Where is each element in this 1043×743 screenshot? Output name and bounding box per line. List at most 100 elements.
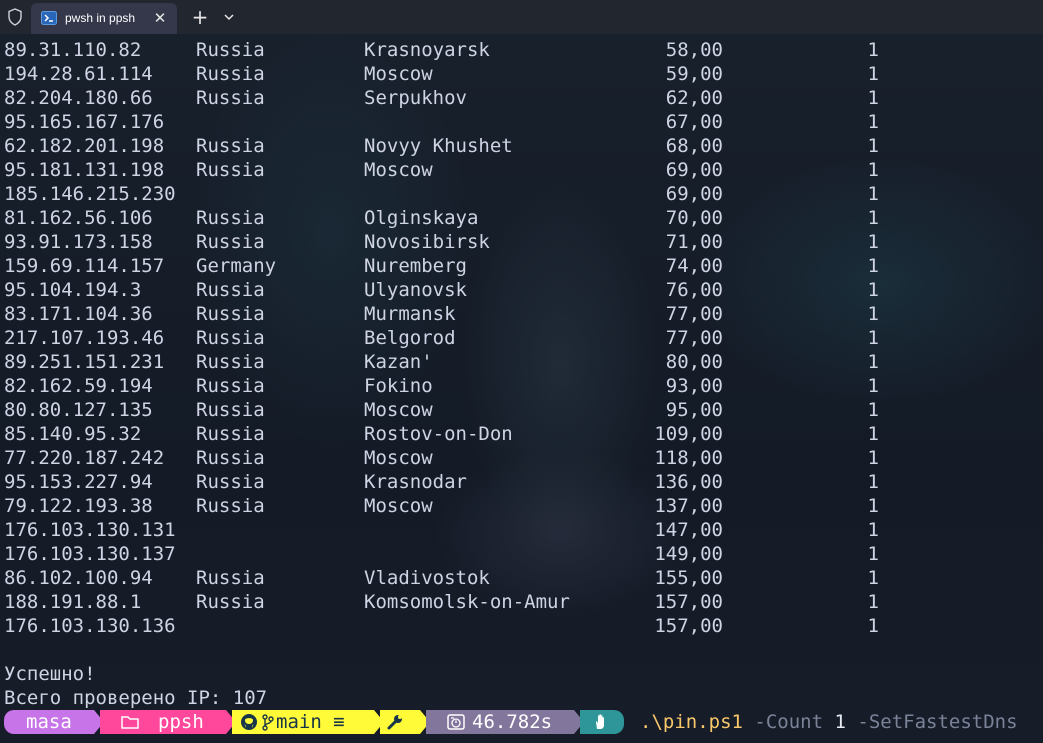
count-cell: 1 [867,375,879,397]
table-row: 89.251.151.231 Russia Kazan' 80,00 1 [0,350,1043,374]
city-cell: Rostov-on-Don [364,423,513,445]
command-name: .\pin.ps1 [640,711,743,733]
city-cell: Vladivostok [364,567,490,589]
table-row: 62.182.201.198 Russia Novyy Khushet 68,00 1 [0,134,1043,158]
table-row: 176.103.130.136 157,00 1 [0,614,1043,638]
city-cell: Krasnoyarsk [364,39,490,61]
github-icon [241,714,257,730]
ping-cell: 109,00 [654,423,723,445]
new-tab-button[interactable]: + [188,5,212,29]
city-cell: Moscow [364,63,433,85]
count-cell: 1 [867,543,879,565]
ping-cell: 71,00 [665,231,723,253]
close-tab-button[interactable]: ✕ [149,7,171,29]
ping-cell: 95,00 [665,399,723,421]
table-row: 81.162.56.106 Russia Olginskaya 70,00 1 [0,206,1043,230]
country-cell: Germany [196,255,277,277]
ping-cell: 77,00 [665,327,723,349]
count-cell: 1 [867,279,879,301]
ping-cell: 118,00 [654,447,723,469]
ip-cell: 95.104.194.3 [4,279,142,301]
country-cell: Russia [196,495,265,517]
city-cell: Fokino [364,375,433,397]
count-cell: 1 [867,615,879,637]
city-cell: Belgorod [364,327,456,349]
table-row: 85.140.95.32 Russia Rostov-on-Don 109,00 1 [0,422,1043,446]
table-row: 217.107.193.46 Russia Belgorod 77,00 1 [0,326,1043,350]
count-cell: 1 [867,495,879,517]
wrench-icon [387,715,402,730]
count-cell: 1 [867,519,879,541]
ip-cell: 62.182.201.198 [4,135,165,157]
country-cell: Russia [196,303,265,325]
tab-pwsh[interactable]: pwsh in ppsh ✕ [31,3,177,34]
ping-cell: 136,00 [654,471,723,493]
city-cell: Moscow [364,495,433,517]
country-cell: Russia [196,63,265,85]
ping-cell: 67,00 [665,111,723,133]
terminal-pane[interactable]: 89.31.110.82 Russia Krasnoyarsk 58,00 1 194.2… [0,34,1043,743]
country-cell: Russia [196,423,265,445]
count-cell: 1 [867,591,879,613]
count-cell: 1 [867,231,879,253]
ip-cell: 89.251.151.231 [4,351,165,373]
city-cell: Novyy Khushet [364,135,513,157]
count-cell: 1 [867,471,879,493]
table-row: 194.28.61.114 Russia Moscow 59,00 1 [0,62,1043,86]
ping-cell: 137,00 [654,495,723,517]
ping-cell: 58,00 [665,39,723,61]
total-message: Всего проверено IP: 107 [4,687,268,709]
table-row: 77.220.187.242 Russia Moscow 118,00 1 [0,446,1043,470]
prompt-status-segment [580,710,624,734]
chevron-down-icon[interactable] [218,5,240,29]
country-cell: Russia [196,351,265,373]
city-cell: Nuremberg [364,255,467,277]
prompt-path-segment: ppsh [100,710,226,734]
count-cell: 1 [867,447,879,469]
table-row: 86.102.100.94 Russia Vladivostok 155,00 1 [0,566,1043,590]
city-cell: Novosibirsk [364,231,490,253]
city-cell: Serpukhov [364,87,467,109]
country-cell: Russia [196,135,265,157]
ip-cell: 217.107.193.46 [4,327,165,349]
count-cell: 1 [867,39,879,61]
stopwatch-icon [447,714,465,730]
ping-cell: 70,00 [665,207,723,229]
ping-cell: 149,00 [654,543,723,565]
ping-cell: 157,00 [654,591,723,613]
ping-cell: 62,00 [665,87,723,109]
ip-cell: 77.220.187.242 [4,447,165,469]
ping-cell: 80,00 [665,351,723,373]
prompt-git-segment: main ≡ [232,710,374,734]
folder-icon [121,716,139,729]
ping-cell: 157,00 [654,615,723,637]
ip-cell: 95.181.131.198 [4,159,165,181]
count-cell: 1 [867,567,879,589]
command-input[interactable]: .\pin.ps1 -Count 1 -SetFastestDns [640,710,1018,734]
country-cell: Russia [196,327,265,349]
count-cell: 1 [867,111,879,133]
city-cell: Moscow [364,447,433,469]
count-cell: 1 [867,135,879,157]
prompt-branch: main ≡ [276,711,345,733]
command-value-count: 1 [834,711,846,733]
country-cell: Russia [196,591,265,613]
city-cell: Murmansk [364,303,456,325]
country-cell: Russia [196,159,265,181]
ip-cell: 85.140.95.32 [4,423,142,445]
ip-cell: 194.28.61.114 [4,63,153,85]
count-cell: 1 [867,303,879,325]
ping-cell: 68,00 [665,135,723,157]
count-cell: 1 [867,207,879,229]
ping-cell: 76,00 [665,279,723,301]
table-row: 188.191.88.1 Russia Komsomolsk-on-Amur 157,… [0,590,1043,614]
count-cell: 1 [867,423,879,445]
city-cell: Krasnodar [364,471,467,493]
table-row: 82.162.59.194 Russia Fokino 93,00 1 [0,374,1043,398]
count-cell: 1 [867,327,879,349]
table-row: 83.171.104.36 Russia Murmansk 77,00 1 [0,302,1043,326]
country-cell: Russia [196,399,265,421]
ping-cell: 155,00 [654,567,723,589]
count-cell: 1 [867,351,879,373]
shield-icon[interactable] [4,6,26,28]
